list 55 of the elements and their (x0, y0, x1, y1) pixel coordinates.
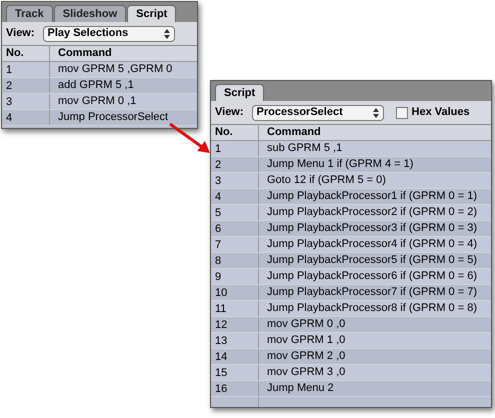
command-cell-text: Jump ProcessorSelect (57, 110, 170, 126)
row-number: 4 (2, 110, 50, 125)
command-cell-text: Jump PlaybackProcessor3 if (GPRM 0 = 3) (266, 221, 478, 236)
tab[interactable]: Slideshow (54, 5, 126, 22)
command-cell-text: add GPRM 5 ,1 (57, 78, 135, 94)
row-number: 3 (211, 173, 259, 188)
row-number: 1 (211, 141, 259, 156)
row-number: 1 (2, 62, 50, 77)
command-cell-text: mov GPRM 2 ,0 (266, 349, 346, 364)
row-number: 6 (211, 221, 259, 236)
command-cell-text: sub GPRM 5 ,1 (266, 141, 344, 156)
row-number: 7 (211, 237, 259, 252)
tab[interactable]: Track (6, 5, 53, 22)
command-cell-text: mov GPRM 3 ,0 (266, 365, 346, 380)
row-number: 3 (2, 94, 50, 109)
command-cell-text: Jump PlaybackProcessor6 if (GPRM 0 = 6) (266, 269, 478, 284)
row-number: 11 (211, 301, 259, 316)
command-cell-text: Jump Menu 1 if (GPRM 4 = 1) (266, 157, 414, 172)
checkbox-label: Hex Values (412, 105, 470, 120)
pointer-arrow (168, 122, 212, 156)
command-cell-text: Jump PlaybackProcessor7 if (GPRM 0 = 7) (266, 285, 478, 300)
command-cell-text: mov GPRM 5 ,GPRM 0 (57, 62, 174, 78)
column-header: Command (57, 46, 113, 62)
command-cell-text: Jump Menu 2 (266, 381, 335, 396)
command-cell-text: Goto 12 if (GPRM 5 = 0) (266, 173, 387, 188)
row-number: 16 (211, 381, 259, 396)
row-number: 8 (211, 253, 259, 268)
view-dropdown[interactable]: Play Selections (42, 26, 175, 42)
row-number: 2 (211, 157, 259, 172)
row-number: 10 (211, 285, 259, 300)
command-cell-text: mov GPRM 1 ,0 (266, 333, 346, 348)
command-cell-text: mov GPRM 0 ,0 (266, 317, 346, 332)
stepper-arrows-icon (372, 108, 379, 118)
command-cell-text: Jump PlaybackProcessor8 if (GPRM 0 = 8) (266, 301, 478, 316)
hex-values-checkbox[interactable] (396, 106, 408, 118)
row-number: 2 (2, 78, 50, 93)
column-header: Command (266, 125, 322, 140)
command-cell-text: Jump PlaybackProcessor1 if (GPRM 0 = 1) (266, 189, 478, 204)
tab[interactable]: Script (215, 84, 264, 101)
tab[interactable]: Script (127, 5, 176, 22)
row-number: 15 (211, 365, 259, 380)
command-cell-text: mov GPRM 0 ,1 (57, 94, 138, 110)
view-label: View: (6, 26, 35, 42)
command-cell-text: Jump PlaybackProcessor4 if (GPRM 0 = 4) (266, 237, 478, 252)
row-number: 14 (211, 349, 259, 364)
row-number: 12 (211, 317, 259, 332)
view-dropdown[interactable]: ProcessorSelect (252, 104, 384, 120)
row-number: 5 (211, 205, 259, 220)
command-cell-text: Jump PlaybackProcessor5 if (GPRM 0 = 5) (266, 253, 478, 268)
command-cell-text: Jump PlaybackProcessor2 if (GPRM 0 = 2) (266, 205, 478, 220)
row-number: 9 (211, 269, 259, 284)
view-label: View: (215, 105, 244, 120)
row-number: 4 (211, 189, 259, 204)
stepper-arrows-icon (164, 28, 170, 38)
row-number: 13 (211, 333, 259, 348)
